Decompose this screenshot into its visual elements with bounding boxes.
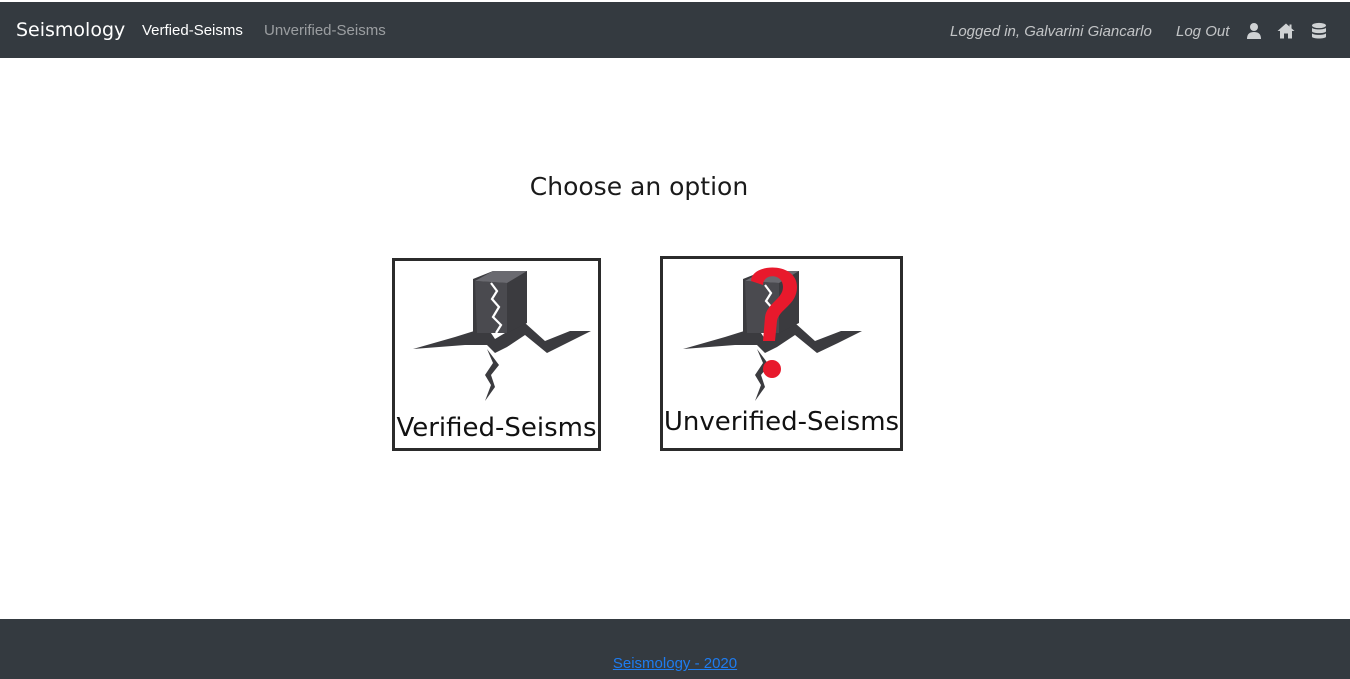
logout-link[interactable]: Log Out [1176, 23, 1229, 40]
navbar: Seismology Verfied-Seisms Unverified-Sei… [0, 0, 1350, 58]
footer-link[interactable]: Seismology - 2020 [0, 655, 1350, 672]
nav-link-unverified-seisms[interactable]: Unverified-Seisms [264, 22, 386, 39]
footer: Seismology - 2020 [0, 619, 1350, 679]
brand-link[interactable]: Seismology [16, 19, 125, 41]
earthquake-icon [413, 271, 591, 401]
page-title: Choose an option [529, 172, 749, 201]
earthquake-question-icon [683, 267, 862, 401]
unverified-seisms-label: Unverified-Seisms [663, 407, 900, 437]
verified-seisms-label: Verified-Seisms [396, 413, 597, 443]
database-icon[interactable] [1310, 22, 1328, 40]
unverified-seisms-option[interactable]: Unverified-Seisms [660, 256, 903, 451]
home-icon[interactable] [1277, 22, 1295, 40]
verified-seisms-option[interactable]: Verified-Seisms [392, 258, 601, 451]
nav-link-verified-seisms[interactable]: Verfied-Seisms [142, 22, 243, 39]
user-icon[interactable] [1245, 22, 1263, 40]
logged-in-status: Logged in, Galvarini Giancarlo [950, 23, 1152, 40]
